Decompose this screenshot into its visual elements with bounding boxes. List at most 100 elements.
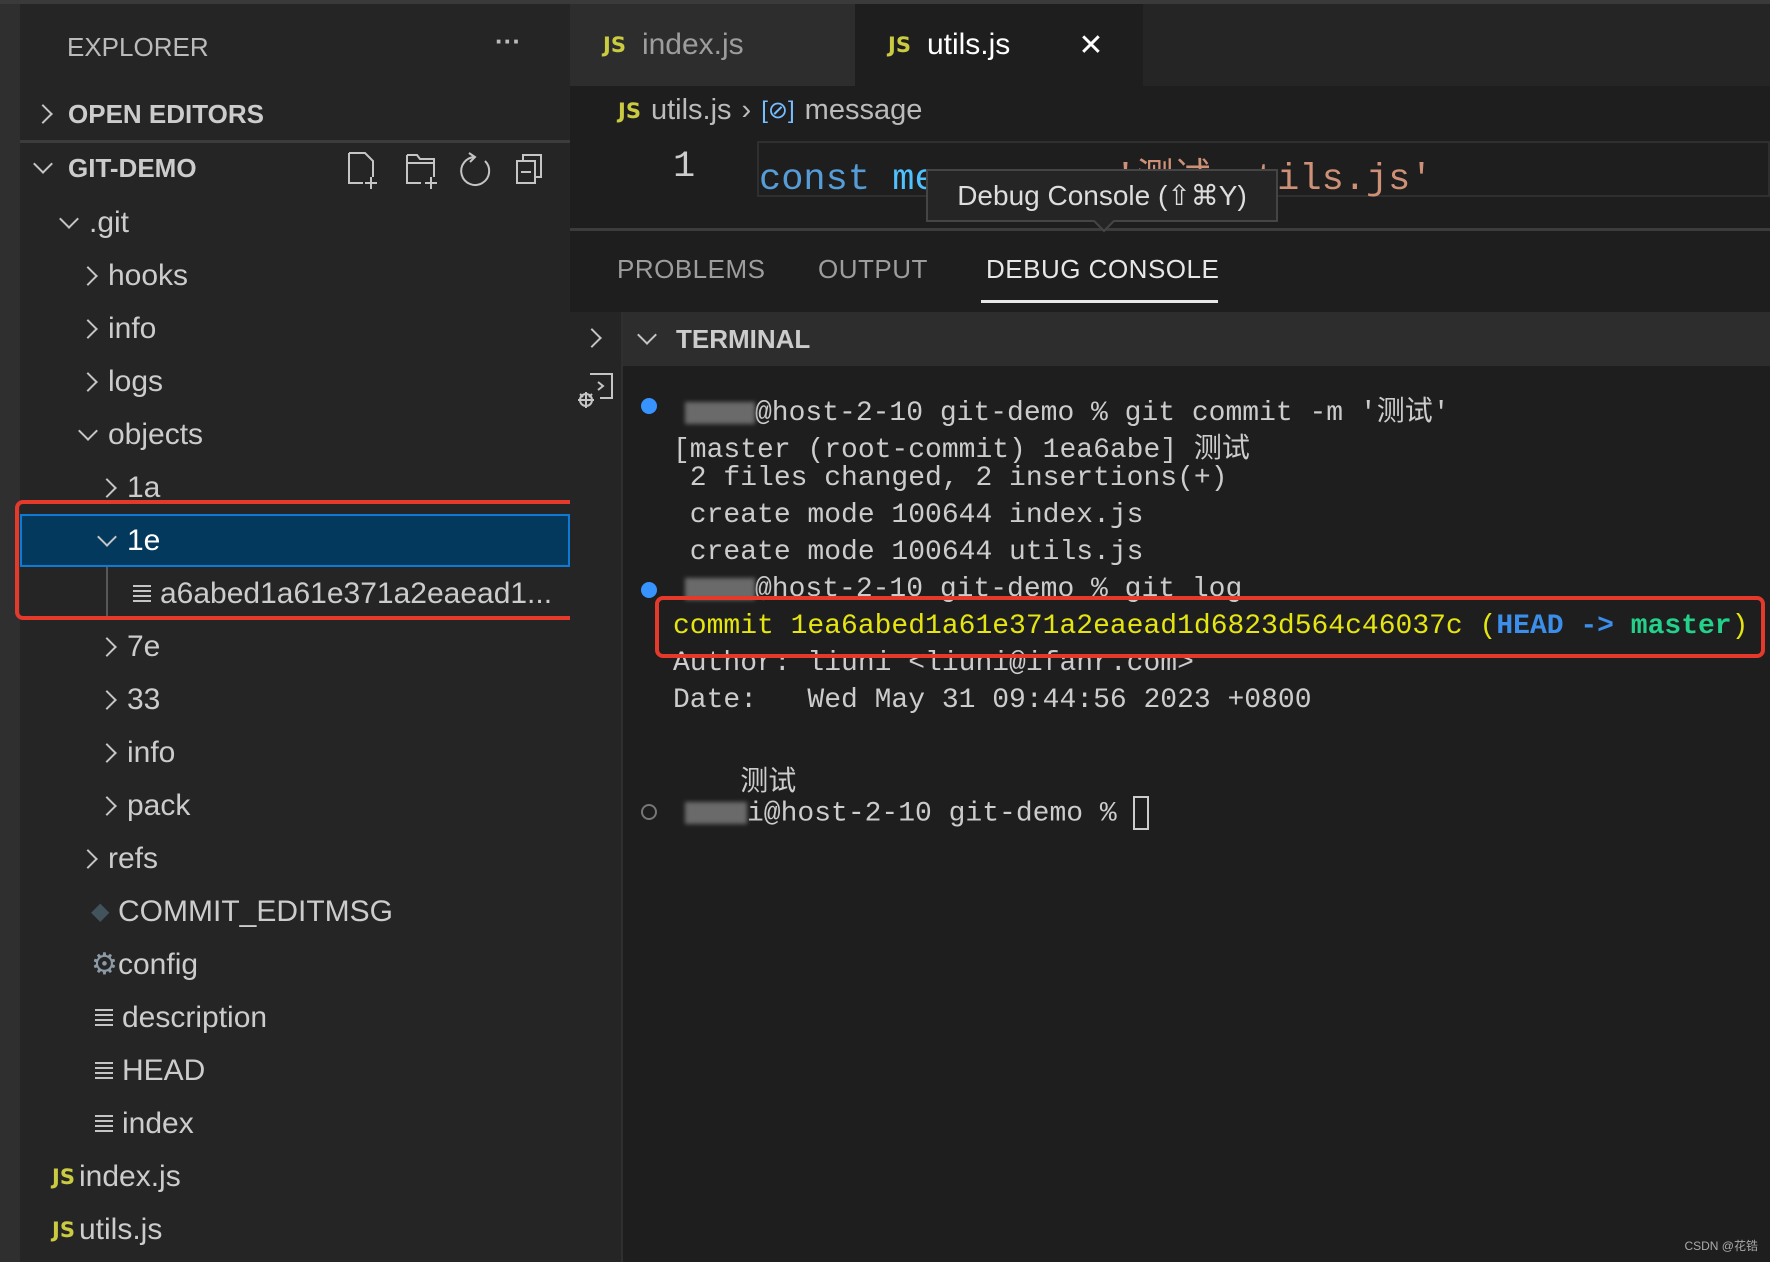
js-file-icon: JS — [618, 98, 641, 123]
chevron-down-icon — [637, 325, 657, 345]
tree-item[interactable]: objects — [20, 408, 570, 461]
annotation-box-sidebar — [15, 500, 597, 620]
tree-item[interactable]: JS index.js — [20, 1150, 570, 1203]
js-file-icon: JS — [603, 33, 626, 57]
tree-item[interactable]: hooks — [20, 249, 570, 302]
chevron-right-icon — [97, 689, 127, 710]
tab-label: utils.js — [926, 28, 1011, 61]
tab-output[interactable]: OUTPUT — [818, 254, 928, 285]
tree-item-label: HEAD — [122, 1053, 206, 1087]
open-editors-label: OPEN EDITORS — [68, 98, 265, 129]
chevron-right-icon — [33, 104, 53, 124]
tree-item[interactable]: refs — [20, 832, 570, 885]
tree-item-label: description — [122, 1000, 268, 1034]
new-file-icon[interactable] — [348, 152, 377, 189]
panel-border — [570, 228, 1770, 231]
js-file-icon: JS — [52, 1164, 75, 1189]
chevron-right-icon — [97, 477, 127, 498]
open-editors-section[interactable]: OPEN EDITORS — [20, 92, 570, 136]
terminal-line: create mode 100644 index.js — [673, 500, 1144, 531]
breadcrumb: JS utils.js › [⊘] message — [618, 94, 922, 127]
terminal-line: i@host-2-10 git-demo % — [685, 796, 1150, 830]
tree-item[interactable]: info — [20, 302, 570, 355]
terminal-line: 测试 — [673, 768, 797, 799]
tree-item[interactable]: index — [20, 1097, 570, 1150]
tree-item-label: utils.js — [79, 1212, 163, 1246]
tree-item-label: pack — [127, 788, 191, 822]
tab-index-js[interactable]: JS index.js — [570, 4, 855, 86]
tree-item[interactable]: description — [20, 991, 570, 1044]
collapse-all-icon[interactable] — [516, 154, 542, 184]
new-folder-icon[interactable] — [406, 154, 437, 189]
file-lines-icon — [95, 1008, 122, 1027]
activity-bar — [0, 4, 20, 1262]
tree-item[interactable]: ⚙ config — [20, 938, 570, 991]
explorer-toolbar — [348, 152, 542, 189]
tree-item[interactable]: info — [20, 726, 570, 779]
tree-item-label: info — [127, 735, 176, 769]
breadcrumb-symbol[interactable]: message — [805, 94, 923, 127]
tree-item-label: hooks — [108, 258, 189, 292]
debug-console-tooltip: Debug Console (⇧⌘Y) — [926, 169, 1278, 222]
tree-item-label: 7e — [127, 629, 161, 663]
tree-item[interactable]: HEAD — [20, 1044, 570, 1097]
chevron-right-icon — [78, 265, 108, 286]
chevron-down-icon — [33, 154, 53, 174]
annotation-box-commit — [655, 596, 1765, 658]
terminal-cursor — [1133, 796, 1150, 830]
tree-item[interactable]: JS utils.js — [20, 1203, 570, 1256]
variable-symbol-icon: [⊘] — [761, 97, 795, 124]
tree-item-label: refs — [108, 841, 159, 875]
file-lines-icon — [95, 1114, 122, 1133]
file-lines-icon — [95, 1061, 122, 1080]
js-file-icon: JS — [52, 1217, 75, 1242]
tree-item-label: COMMIT_EDITMSG — [118, 894, 393, 928]
tab-problems[interactable]: PROBLEMS — [617, 254, 766, 285]
watermark: CSDN @花锆 — [1684, 1239, 1758, 1253]
tree-item[interactable]: pack — [20, 779, 570, 832]
more-actions-button[interactable]: ··· — [495, 26, 521, 57]
chevron-right-icon — [97, 636, 127, 657]
tree-item[interactable]: logs — [20, 355, 570, 408]
debug-console-icon[interactable] — [574, 370, 616, 412]
panel-side-column — [570, 312, 623, 1262]
active-tab-underline — [981, 300, 1218, 303]
chevron-down-icon — [78, 420, 108, 441]
chevron-right-icon — [78, 318, 108, 339]
tree-item[interactable]: 7e — [20, 620, 570, 673]
explorer-title: EXPLORER — [67, 32, 209, 62]
terminal-section-header[interactable]: TERMINAL — [623, 312, 1770, 366]
tab-debug-console[interactable]: DEBUG CONSOLE — [986, 254, 1219, 285]
command-success-icon — [641, 398, 657, 414]
redacted-username — [685, 802, 747, 824]
explorer-sidebar: EXPLORER ··· OPEN EDITORS GIT-DEMO .git h… — [20, 4, 570, 1262]
git-file-icon: ◆ — [91, 898, 110, 925]
chevron-right-icon — [78, 848, 108, 869]
tree-item-label: index — [122, 1106, 194, 1140]
line-number: 1 — [673, 146, 696, 188]
chevron-down-icon — [59, 208, 89, 229]
tree-item[interactable]: 33 — [20, 673, 570, 726]
divider — [20, 140, 570, 143]
chevron-right-icon — [97, 742, 127, 763]
tab-label: index.js — [641, 28, 744, 61]
breadcrumb-file[interactable]: utils.js — [651, 94, 732, 127]
command-pending-icon — [641, 804, 657, 820]
tree-item[interactable]: ◆ COMMIT_EDITMSG — [20, 885, 570, 938]
refresh-icon[interactable] — [460, 152, 491, 186]
tree-item[interactable]: .git — [20, 196, 570, 249]
tab-utils-js[interactable]: JS utils.js ✕ — [855, 4, 1143, 86]
tree-item-label: info — [108, 311, 157, 345]
editor-tabs: JS index.js JS utils.js ✕ — [570, 4, 1770, 86]
terminal-line: Date: Wed May 31 09:44:56 2023 +0800 — [673, 685, 1312, 716]
tree-item-label: .git — [89, 205, 130, 239]
gear-icon: ⚙ — [91, 948, 118, 981]
terminal-line: [master (root-commit) 1ea6abe] 测试 — [673, 435, 1250, 466]
tree-item-label: index.js — [79, 1159, 181, 1193]
chevron-right-icon — [97, 795, 127, 816]
terminal-title: TERMINAL — [676, 323, 811, 354]
terminal-line: @host-2-10 git-demo % git commit -m '测试' — [685, 389, 1450, 429]
terminal-line: 2 files changed, 2 insertions(+) — [673, 463, 1228, 494]
close-icon[interactable]: ✕ — [1078, 28, 1103, 63]
terminal-line: create mode 100644 utils.js — [673, 537, 1144, 568]
